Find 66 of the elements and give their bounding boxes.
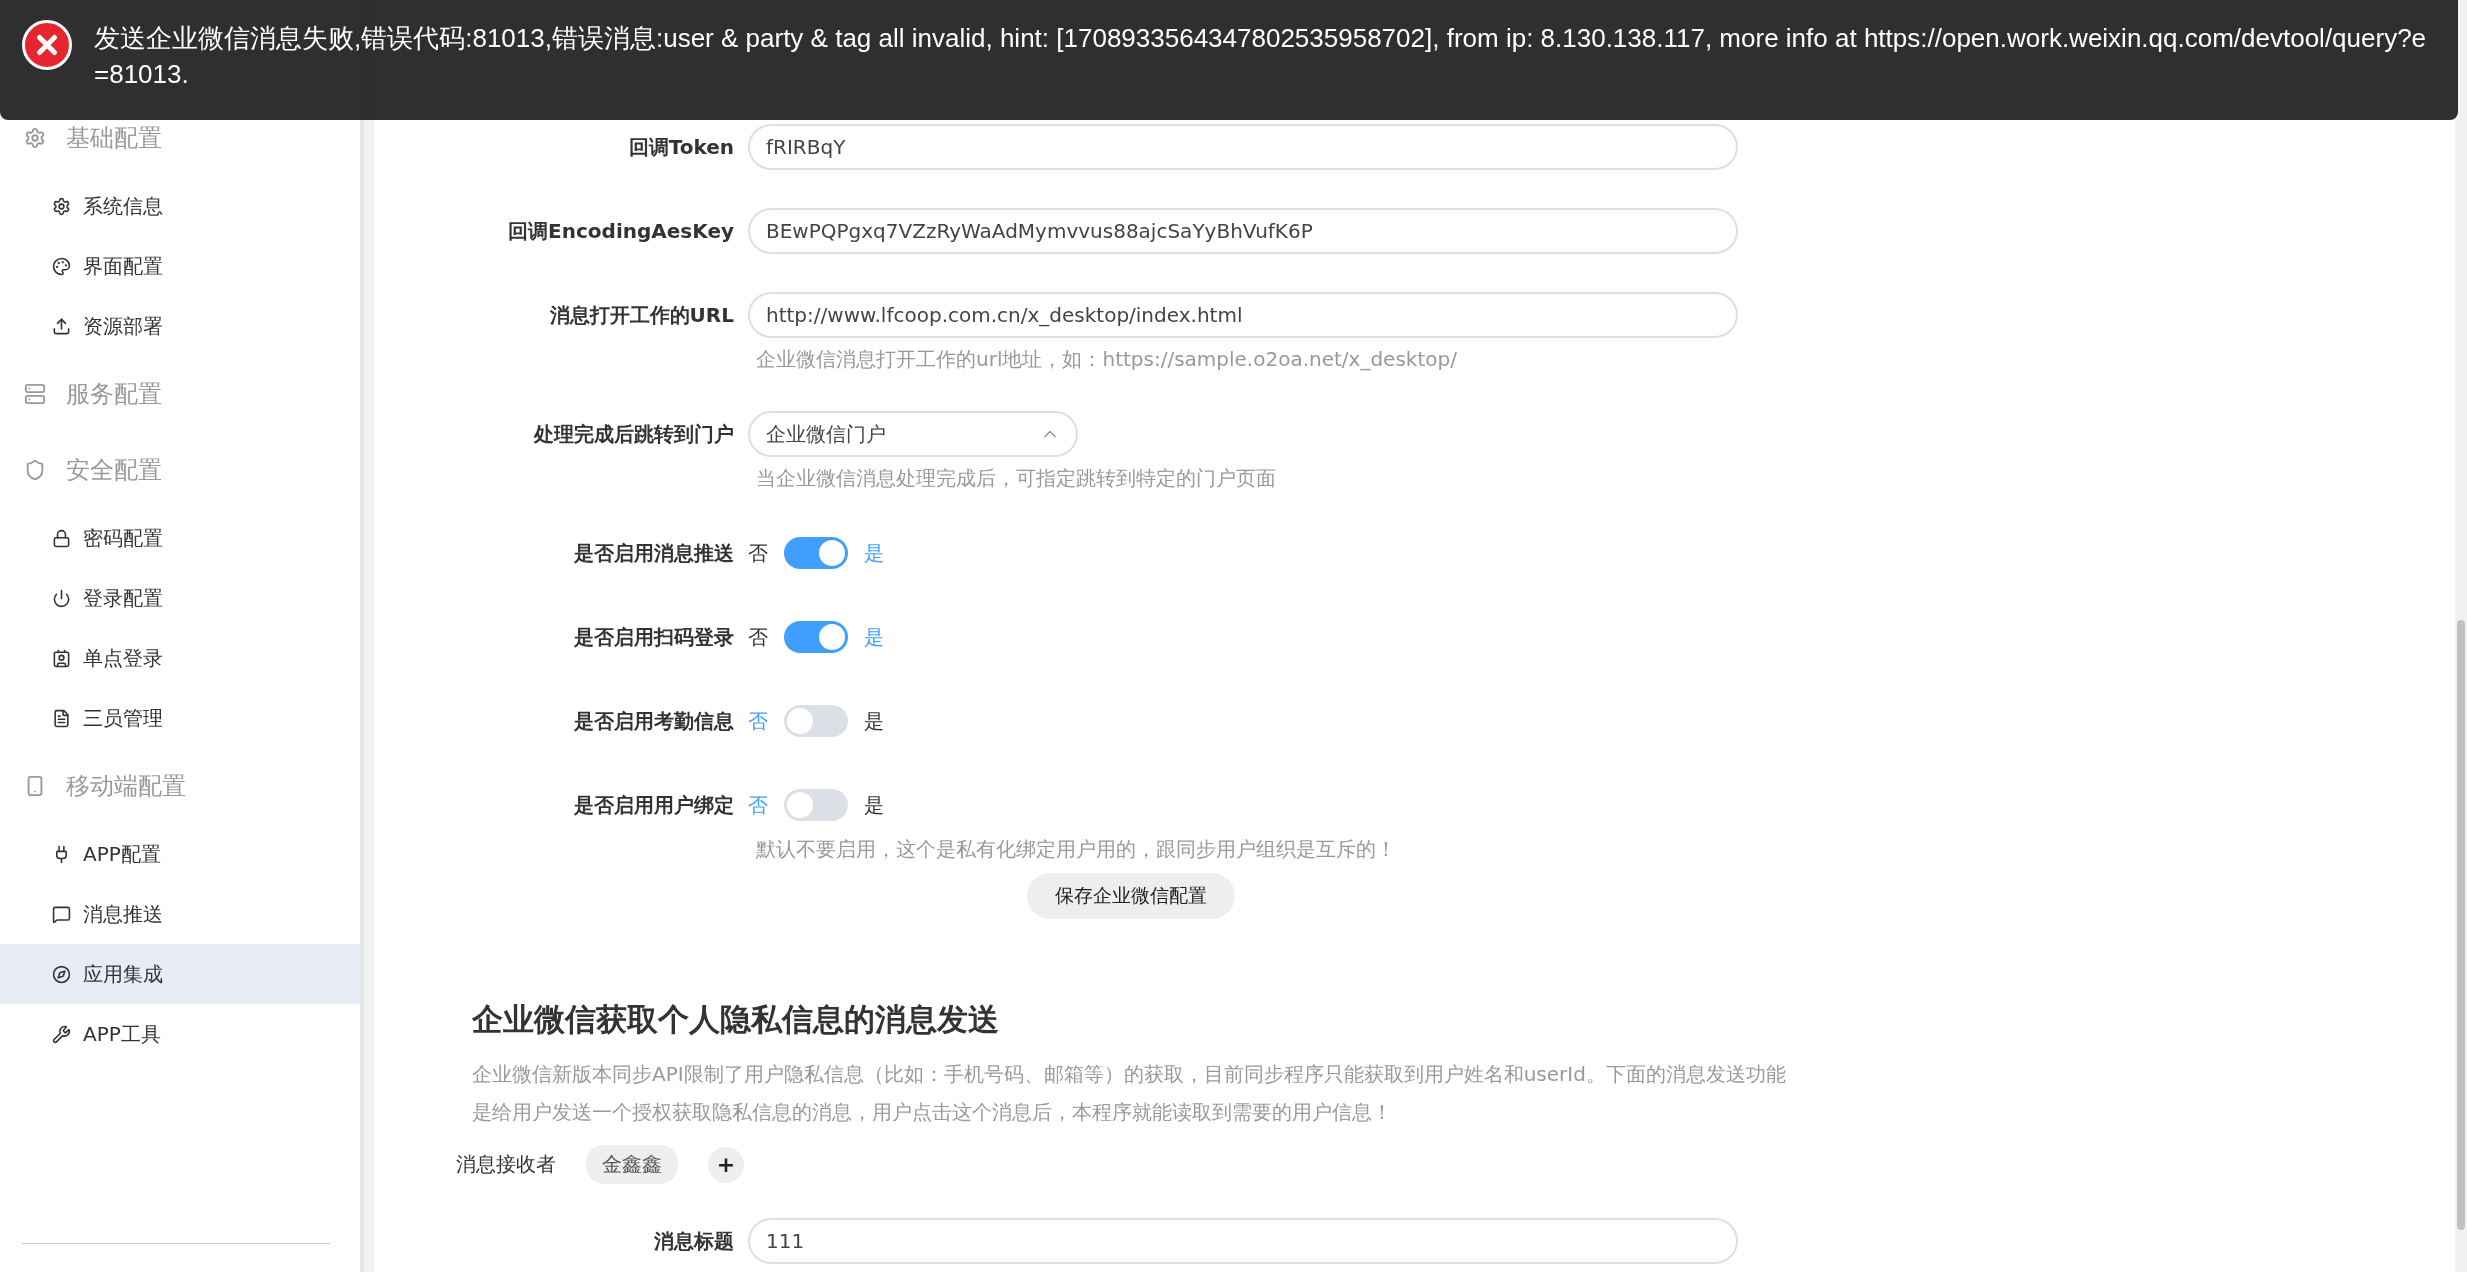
- group-label: 服务配置: [66, 379, 162, 410]
- toggle-switch[interactable]: [784, 621, 848, 653]
- sidebar-item[interactable]: 系统信息: [0, 176, 360, 236]
- field-label: 是否启用考勤信息: [574, 707, 734, 735]
- scrollbar[interactable]: [2455, 0, 2467, 1272]
- message-icon: [52, 904, 71, 924]
- gear-icon: [24, 127, 46, 149]
- add-button[interactable]: +: [708, 1146, 744, 1183]
- tools-icon: [52, 1024, 71, 1044]
- on-label: 是: [864, 791, 884, 819]
- save-button[interactable]: 保存企业微信配置: [1027, 873, 1235, 919]
- field-hint: 默认不要启用，这个是私有化绑定用户用的，跟同步用户组织是互斥的！: [755, 836, 1397, 863]
- group-label: 移动端配置: [66, 771, 186, 802]
- error-icon: [22, 20, 72, 70]
- sidebar-item[interactable]: 三员管理: [0, 688, 360, 748]
- field-hint: 企业微信消息打开工作的url地址，如：https://sample.o2oa.net/x_desktop/: [755, 346, 1458, 373]
- section-description: 企业微信新版本同步API限制了用户隐私信息（比如：手机号码、邮箱等）的获取，目前同步程序只能获取到用户姓名和userId。下面的消息发送功能是给用户发送一个授权获取隐私信息的消息，用户点击这个消息后，本程序就能读取到需要的用户信息！: [472, 1061, 1787, 1126]
- field-label: 处理完成后跳转到门户: [534, 420, 734, 448]
- on-label: 是: [864, 539, 884, 567]
- power-icon: [52, 588, 71, 608]
- contact-card-icon: [52, 648, 71, 668]
- sidebar-item[interactable]: APP工具: [0, 1004, 360, 1064]
- field-label: 回调EncodingAesKey: [508, 217, 734, 245]
- input-field[interactable]: 111: [748, 1218, 1738, 1264]
- compass-icon: [52, 964, 71, 984]
- field-label: 消息标题: [654, 1227, 734, 1255]
- section-title: 企业微信获取个人隐私信息的消息发送: [472, 1000, 1000, 1039]
- gear-icon: [52, 196, 71, 216]
- sidebar-item[interactable]: 密码配置: [0, 508, 360, 568]
- toggle-switch[interactable]: [784, 705, 848, 737]
- sidebar-item[interactable]: 消息推送: [0, 884, 360, 944]
- sidebar-item[interactable]: 登录配置: [0, 568, 360, 628]
- server-icon: [24, 383, 46, 405]
- field-label: 消息打开工作的URL: [549, 301, 734, 329]
- on-label: 是: [864, 707, 884, 735]
- toggle-switch[interactable]: [784, 789, 848, 821]
- receiver-tag[interactable]: 金鑫鑫: [586, 1145, 678, 1184]
- field-label: 回调Token: [628, 133, 734, 161]
- sidebar-item[interactable]: 应用集成: [0, 944, 360, 1004]
- shield-icon: [24, 459, 46, 481]
- toggle-switch[interactable]: [784, 537, 848, 569]
- palette-icon: [52, 256, 71, 276]
- sidebar-item[interactable]: APP配置: [0, 824, 360, 884]
- field-label: 是否启用扫码登录: [574, 623, 734, 651]
- sidebar-item[interactable]: 界面配置: [0, 236, 360, 296]
- field-label: 是否启用消息推送: [574, 539, 734, 567]
- group-label: 基础配置: [66, 123, 162, 154]
- group-label: 安全配置: [66, 455, 162, 486]
- sidebar-item[interactable]: 资源部署: [0, 296, 360, 356]
- input-field[interactable]: fRIRBqY: [748, 124, 1738, 170]
- input-field[interactable]: BEwPQPgxq7VZzRyWaAdMymvvus88ajcSaYyBhVufK6P: [748, 208, 1738, 254]
- off-label: 否: [748, 539, 768, 567]
- upload-icon: [52, 316, 71, 336]
- error-message: 发送企业微信消息失败,错误代码:81013,错误消息:user & party & tag all invalid, hint: [1708933564347802535958702], from ip: 8.130.138.117, more info at https://open.work.weixin.qq.com/devtool/query?e=81013.: [94, 22, 2428, 91]
- document-icon: [52, 708, 71, 728]
- sidebar-item[interactable]: 单点登录: [0, 628, 360, 688]
- on-label: 是: [864, 623, 884, 651]
- lock-icon: [52, 528, 71, 548]
- field-label: 是否启用用户绑定: [574, 791, 734, 819]
- off-label: 否: [748, 707, 768, 735]
- off-label: 否: [748, 791, 768, 819]
- input-field[interactable]: http://www.lfcoop.com.cn/x_desktop/index.html: [748, 292, 1738, 338]
- field-hint: 当企业微信消息处理完成后，可指定跳转到特定的门户页面: [755, 465, 1277, 492]
- receivers-label: 消息接收者: [456, 1151, 556, 1178]
- dropdown-field[interactable]: 企业微信门户: [748, 411, 1078, 457]
- off-label: 否: [748, 623, 768, 651]
